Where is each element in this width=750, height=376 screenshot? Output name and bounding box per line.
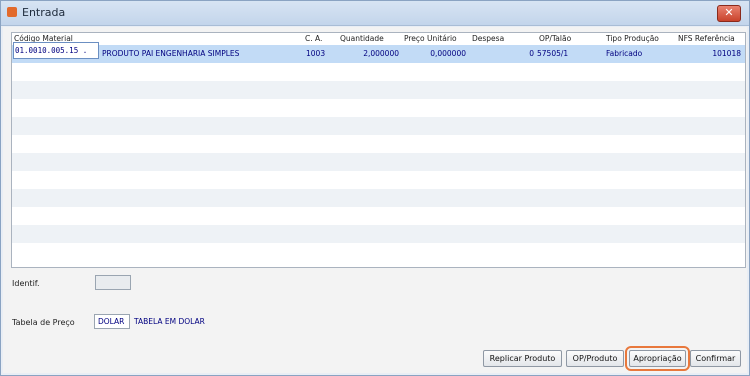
title-bar: Entrada ✕ — [1, 1, 749, 26]
identif-label: Identif. — [12, 279, 40, 288]
op-talao-cell: 57505/1 — [537, 49, 569, 58]
empty-row — [12, 81, 745, 99]
replicar-produto-button[interactable]: Replicar Produto — [483, 350, 562, 367]
col-header-quantidade[interactable]: Quantidade — [340, 33, 384, 44]
empty-row — [12, 153, 745, 171]
col-header-op-talao[interactable]: OP/Talão — [539, 33, 571, 44]
tabela-preco-label: Tabela de Preço — [12, 318, 75, 327]
col-header-preco[interactable]: Preço Unitário — [404, 33, 457, 44]
quantidade-cell: 2,000000 — [363, 49, 399, 58]
nfs-referencia-cell: 101018 — [712, 49, 741, 58]
col-header-nfs-referencia[interactable]: NFS Referência — [678, 33, 735, 44]
app-icon — [7, 7, 17, 17]
window-title: Entrada — [22, 6, 66, 19]
grid-header: Código Material C. A. Quantidade Preço U… — [12, 33, 745, 45]
despesa-cell: 0 — [529, 49, 534, 58]
op-produto-button[interactable]: OP/Produto — [566, 350, 624, 367]
empty-row — [12, 117, 745, 135]
content-area: Código Material C. A. Quantidade Preço U… — [3, 27, 747, 373]
col-header-ca[interactable]: C. A. — [305, 33, 322, 44]
empty-row — [12, 243, 745, 261]
tabela-preco-description: TABELA EM DOLAR — [134, 317, 205, 326]
col-header-despesa[interactable]: Despesa — [472, 33, 504, 44]
material-grid[interactable]: Código Material C. A. Quantidade Preço U… — [11, 32, 746, 268]
close-button[interactable]: ✕ — [717, 5, 741, 22]
codigo-material-cell[interactable]: 01.0010.005.15 . — [13, 42, 99, 59]
empty-row — [12, 171, 745, 189]
col-header-tipo-producao[interactable]: Tipo Produção — [606, 33, 659, 44]
preco-unitario-cell: 0,000000 — [430, 49, 466, 58]
descricao-cell: PRODUTO PAI ENGENHARIA SIMPLES — [102, 49, 240, 58]
tipo-producao-cell: Fabricado — [606, 49, 643, 58]
close-icon: ✕ — [724, 6, 734, 19]
apropriacao-button[interactable]: Apropriação — [625, 346, 690, 371]
empty-row — [12, 135, 745, 153]
empty-row — [12, 225, 745, 243]
empty-row — [12, 207, 745, 225]
empty-row — [12, 99, 745, 117]
entrada-window: Entrada ✕ Código Material C. A. Quantida… — [0, 0, 750, 376]
empty-row — [12, 63, 745, 81]
identif-field[interactable] — [95, 275, 131, 290]
table-row[interactable]: 01.0010.005.15 . PRODUTO PAI ENGENHARIA … — [12, 42, 745, 63]
tabela-preco-input[interactable]: DOLAR — [94, 314, 130, 329]
empty-row — [12, 189, 745, 207]
ca-cell: 1003 — [306, 49, 326, 58]
confirmar-button[interactable]: Confirmar — [690, 350, 741, 367]
